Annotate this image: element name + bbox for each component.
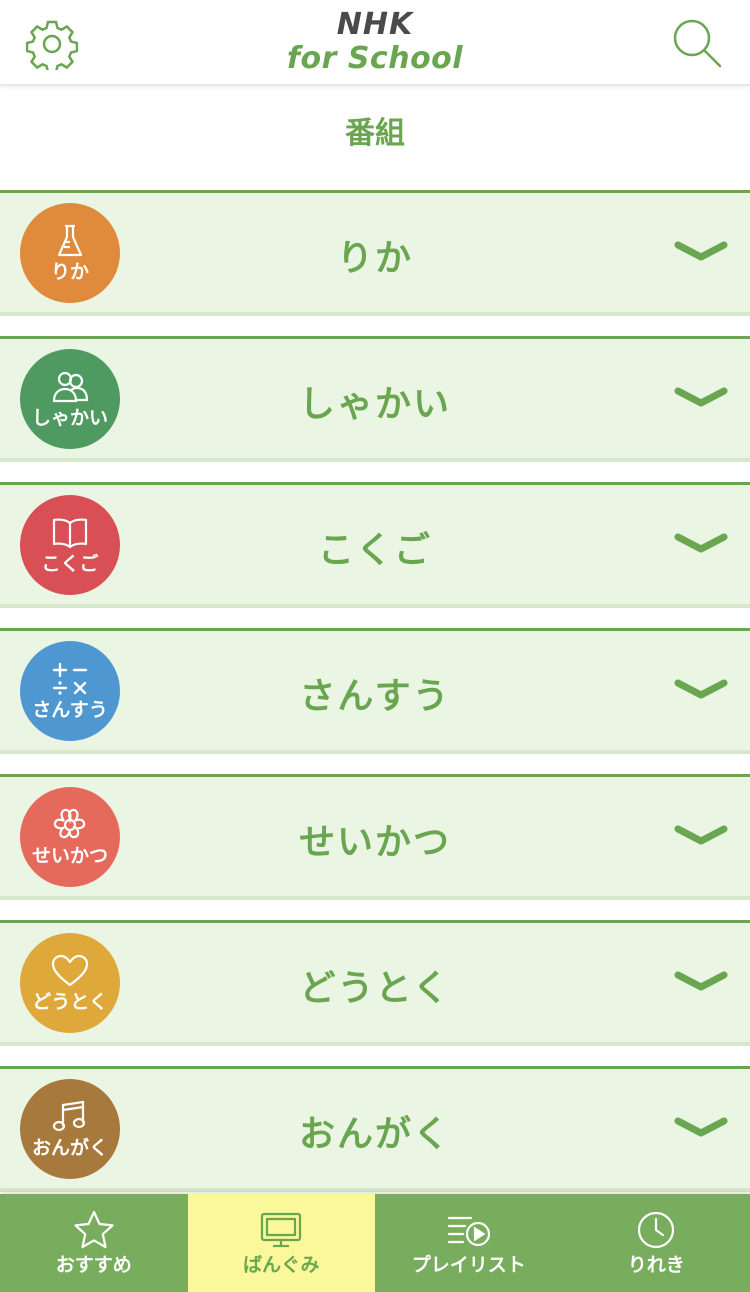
page-title: 番組 [345,116,405,151]
subject-badge-sansu: さんすう [20,641,120,741]
logo-nhk-text: NHK [336,7,414,42]
book-icon [52,518,88,549]
music-note-icon [52,1100,86,1132]
chevron-down-icon [674,533,728,553]
tv-icon [261,1212,302,1248]
chevron-down-icon [674,387,728,407]
subject-badge-kokugo: こくご [20,495,120,595]
nav-label: プレイリスト [411,1254,526,1276]
subject-name: こくご [317,530,432,571]
nav-label: りれき [627,1254,685,1276]
subject-name: りか [336,238,413,279]
subject-badge-ongaku: おんがく [20,1079,120,1179]
nav-label: おすすめ [55,1254,132,1276]
subject-name: おんがく [298,1114,451,1155]
subject-badge-rika: りか [20,203,120,303]
people-icon [52,371,89,403]
nav-label: ばんぐみ [242,1254,320,1276]
subject-name: さんすう [299,676,451,717]
search-button[interactable] [670,16,724,70]
subject-badge-label: こくご [41,553,99,575]
chevron-down-icon [674,241,728,261]
search-icon [673,19,722,68]
nav-item-rireki[interactable]: りれき [563,1194,750,1292]
flask-icon [57,224,83,257]
subject-badge-label: しゃかい [31,407,108,429]
nav-item-bangumi[interactable]: ばんぐみ [187,1194,375,1292]
star-icon [74,1210,114,1249]
subject-badge-label: どうとく [32,991,108,1013]
subject-row-doutoku[interactable]: どうとく どうとく [0,920,750,1046]
heart-icon [51,954,89,987]
nav-item-osusume[interactable]: おすすめ [0,1194,188,1292]
subject-badge-label: せいかつ [31,845,108,867]
nav-item-playlist[interactable]: プレイリスト [375,1194,563,1292]
math-icon [52,662,88,695]
subject-badge-doutoku: どうとく [20,933,120,1033]
logo-for-school-text: for School [286,41,464,76]
chevron-down-icon [674,679,728,699]
subject-list: りか りか しゃかい しゃかい こくご こくご さんすう さんすう せいかつ せ… [0,190,750,1212]
flower-icon [53,808,86,839]
playlist-icon [447,1216,490,1247]
subject-badge-seikatsu: せいかつ [20,787,120,887]
subject-row-shakai[interactable]: しゃかい しゃかい [0,336,750,462]
subject-name: しゃかい [298,384,451,425]
subject-name: せいかつ [298,822,451,863]
subject-row-sansu[interactable]: さんすう さんすう [0,628,750,754]
subject-name: どうとく [299,968,451,1009]
subject-row-rika[interactable]: りか りか [0,190,750,316]
subject-row-seikatsu[interactable]: せいかつ せいかつ [0,774,750,900]
subject-badge-label: りか [50,261,89,283]
subject-badge-shakai: しゃかい [20,349,120,449]
subject-badge-label: さんすう [32,699,108,721]
clock-icon [638,1211,675,1249]
subject-row-kokugo[interactable]: こくご こくご [0,482,750,608]
chevron-down-icon [674,971,728,991]
chevron-down-icon [674,1117,728,1137]
bottom-nav: おすすめ ばんぐみ プレイリスト りれき [0,1194,750,1292]
nhk-for-school-logo[interactable]: NHK for School [0,8,750,76]
app-header: NHK for School [0,0,750,86]
subject-row-ongaku[interactable]: おんがく おんがく [0,1066,750,1192]
subject-badge-label: おんがく [31,1137,108,1159]
chevron-down-icon [674,825,728,845]
